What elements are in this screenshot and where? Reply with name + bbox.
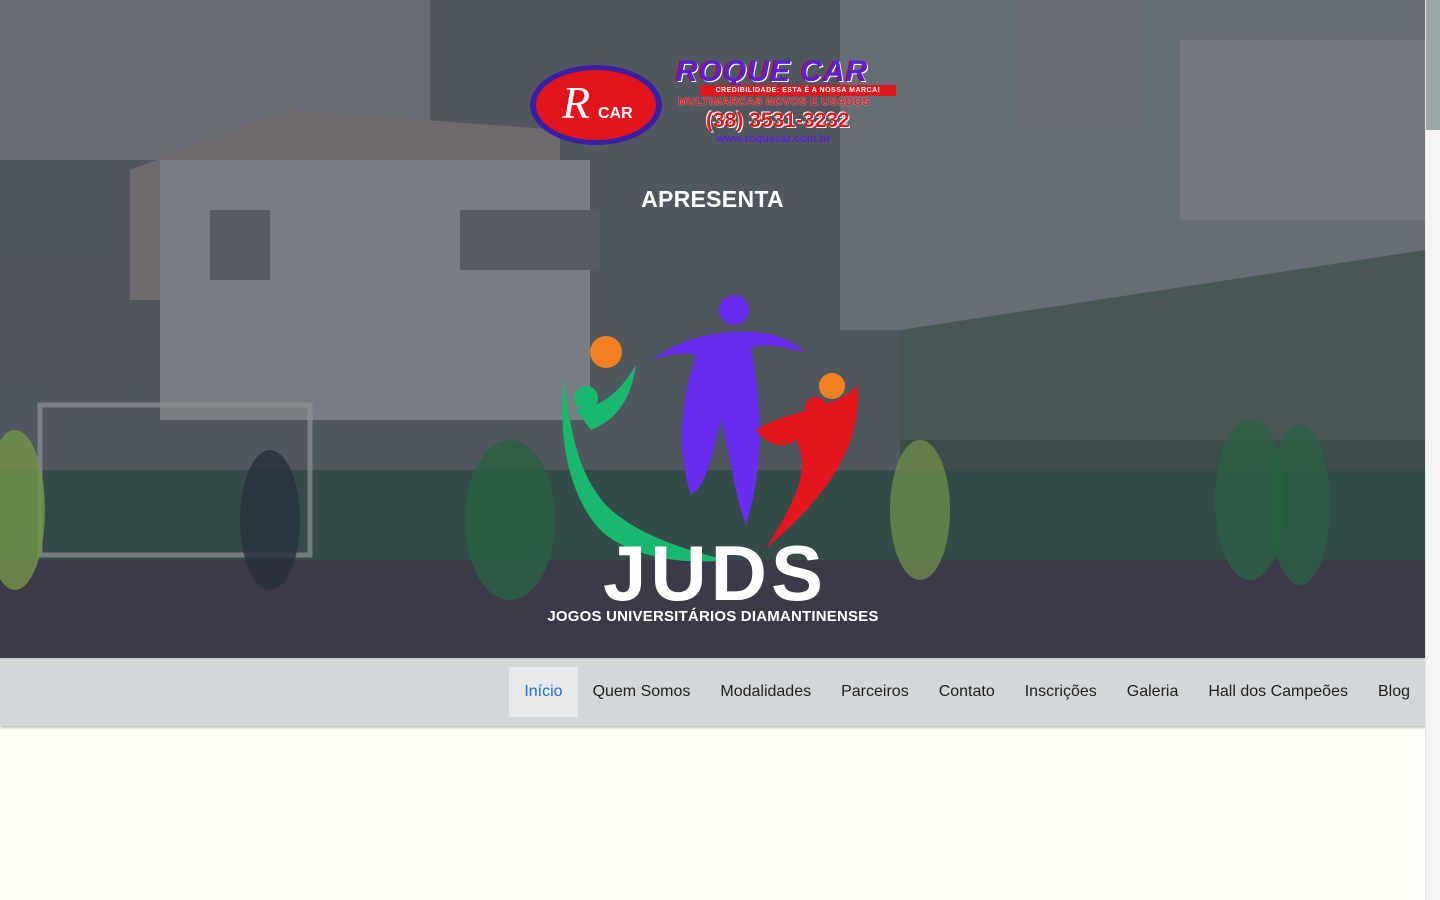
sponsor-wordmark: ROQUE CAR CREDIBILIDADE: ESTA É A NOSSA … xyxy=(676,55,900,150)
nav-item-blog[interactable]: Blog xyxy=(1363,667,1425,717)
main-navigation: Início Quem Somos Modalidades Parceiros … xyxy=(0,658,1425,726)
nav-item-contato[interactable]: Contato xyxy=(924,667,1010,717)
scrollbar-thumb[interactable] xyxy=(1426,0,1440,130)
nav-item-inicio[interactable]: Início xyxy=(509,667,578,717)
nav-menu: Início Quem Somos Modalidades Parceiros … xyxy=(509,667,1425,717)
presents-heading: APRESENTA xyxy=(641,186,784,212)
sponsor-tagline: CREDIBILIDADE: ESTA É A NOSSA MARCA! xyxy=(700,85,896,96)
svg-text:CAR: CAR xyxy=(598,105,633,122)
sponsor-phone: (38) 3531-3232 xyxy=(706,109,850,132)
sponsor-name: ROQUE CAR xyxy=(676,55,869,88)
nav-item-parceiros[interactable]: Parceiros xyxy=(826,667,924,717)
event-acronym: JUDS xyxy=(602,529,828,617)
nav-item-modalidades[interactable]: Modalidades xyxy=(705,667,826,717)
event-full-name: JOGOS UNIVERSITÁRIOS DIAMANTINENSES xyxy=(547,608,879,625)
sponsor-website: www.roquecar.com.br xyxy=(716,133,831,145)
nav-item-quem-somos[interactable]: Quem Somos xyxy=(578,667,706,717)
sponsor-emblem-icon: R CAR xyxy=(530,65,662,145)
nav-item-hall-dos-campeoes[interactable]: Hall dos Campeões xyxy=(1193,667,1363,717)
vertical-scrollbar[interactable] xyxy=(1425,0,1440,900)
nav-item-galeria[interactable]: Galeria xyxy=(1112,667,1194,717)
svg-text:R: R xyxy=(561,77,590,128)
nav-item-inscricoes[interactable]: Inscrições xyxy=(1010,667,1112,717)
sponsor-logo[interactable]: R CAR ROQUE CAR CREDIBILIDADE: ESTA É A … xyxy=(528,55,900,150)
sponsor-subtitle: MULTIMARCAS NOVOS E USADOS xyxy=(678,96,871,108)
hero-banner: R CAR ROQUE CAR CREDIBILIDADE: ESTA É A … xyxy=(0,0,1425,658)
